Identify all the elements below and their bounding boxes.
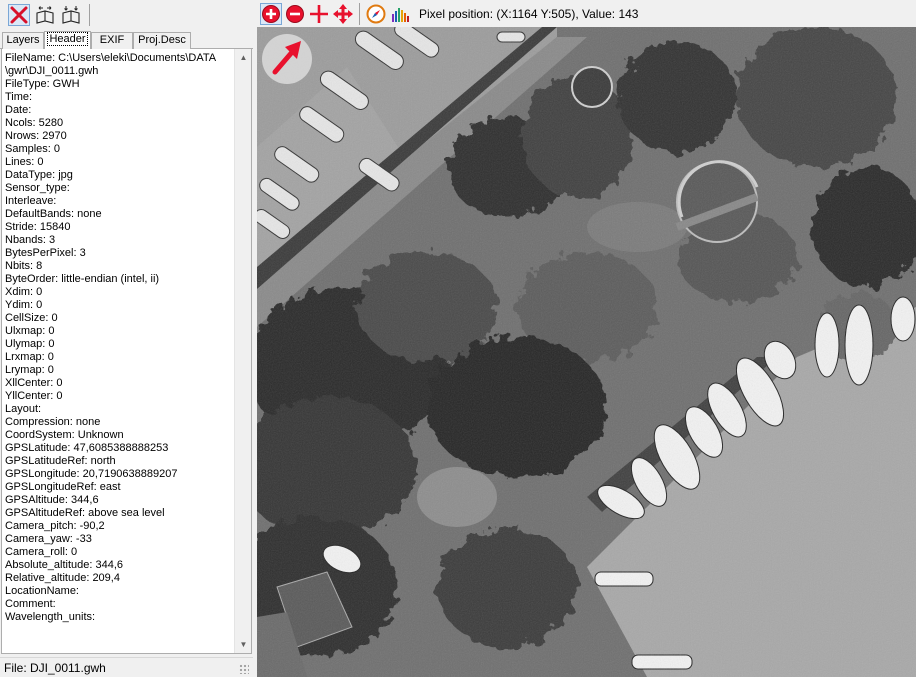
header-line: Lines: 0: [5, 156, 44, 168]
north-arrow-icon: [262, 34, 312, 84]
header-line: FileName: C:\Users\eleki\Documents\DATA: [5, 52, 217, 64]
header-line: Sensor_type:: [5, 182, 70, 194]
aerial-image-view[interactable]: [257, 27, 916, 677]
toolbar-separator: [89, 4, 90, 26]
header-line: XllCenter: 0: [5, 377, 63, 389]
header-line: LocationName:: [5, 585, 79, 597]
header-line: DataType: jpg: [5, 169, 73, 181]
zoom-out-button[interactable]: [284, 3, 306, 25]
layers-a-button[interactable]: [34, 4, 56, 26]
header-line: Comment:: [5, 598, 56, 610]
tab-proj-desc[interactable]: Proj.Desc: [133, 32, 191, 49]
move-arrows-icon: [333, 3, 353, 24]
tab-layers[interactable]: Layers: [2, 32, 44, 49]
header-line: Camera_roll: 0: [5, 546, 78, 558]
header-line: Layout:: [5, 403, 42, 415]
header-line: YllCenter: 0: [5, 390, 63, 402]
header-line: CoordSystem: Unknown: [5, 429, 124, 441]
tab-exif[interactable]: EXIF: [91, 32, 133, 49]
header-line: FileType: GWH: [5, 78, 80, 90]
red-x-icon: [10, 6, 28, 24]
header-line: Camera_pitch: -90,2: [5, 520, 105, 532]
histogram-icon: [392, 7, 409, 22]
vertical-scrollbar[interactable]: ▲ ▼: [234, 49, 251, 653]
tab-header[interactable]: Header: [44, 31, 91, 49]
header-line: GPSLongitudeRef: east: [5, 481, 121, 493]
header-line: Camera_yaw: -33: [5, 533, 92, 545]
tab-strip: Layers Header EXIF Proj.Desc: [0, 31, 253, 49]
header-line: Ncols: 5280: [5, 117, 64, 129]
book-arrows-icon: [36, 6, 54, 24]
header-line: Ulymap: 0: [5, 338, 55, 350]
header-line: GPSLatitudeRef: north: [5, 455, 116, 467]
header-info-list[interactable]: FileName: C:\Users\eleki\Documents\DATA \…: [1, 49, 252, 654]
pixel-position-readout: Pixel position: (X:1164 Y:505), Value: 1…: [419, 6, 639, 21]
header-line: ByteOrder: little-endian (intel, ii): [5, 273, 160, 285]
zoom-in-button[interactable]: [260, 2, 282, 25]
header-line: Nbits: 8: [5, 260, 43, 272]
left-panel: Layers Header EXIF Proj.Desc FileName: C…: [0, 0, 253, 677]
header-line: BytesPerPixel: 3: [5, 247, 86, 259]
header-line: Relative_altitude: 209,4: [5, 572, 120, 584]
layers-b-button[interactable]: [60, 4, 82, 26]
book-arrow-icon: [62, 6, 80, 24]
status-text: File: DJI_0011.gwh: [4, 661, 106, 675]
crosshair-button[interactable]: [308, 3, 330, 25]
zoom-in-icon: [262, 4, 280, 23]
image-toolbar: Pixel position: (X:1164 Y:505), Value: 1…: [257, 0, 916, 27]
header-line: Samples: 0: [5, 143, 61, 155]
pan-button[interactable]: [332, 3, 354, 25]
crosshair-icon: [310, 4, 328, 23]
header-line: Absolute_altitude: 344,6: [5, 559, 124, 571]
header-line: \gwr\DJI_0011.gwh: [5, 65, 99, 77]
header-line: GPSAltitude: 344,6: [5, 494, 99, 506]
header-line: Interleave:: [5, 195, 57, 207]
header-line: Wavelength_units:: [5, 611, 96, 623]
status-bar: File: DJI_0011.gwh: [0, 657, 253, 677]
header-line: Ulxmap: 0: [5, 325, 55, 337]
compass-button[interactable]: [365, 3, 387, 25]
left-toolbar: [0, 0, 253, 30]
histogram-button[interactable]: [389, 3, 411, 25]
toolbar-separator: [359, 2, 360, 25]
header-line: Lrxmap: 0: [5, 351, 54, 363]
close-button[interactable]: [8, 4, 30, 26]
resize-grip-icon[interactable]: [239, 664, 249, 674]
header-line: Time:: [5, 91, 33, 103]
header-line: Ydim: 0: [5, 299, 43, 311]
header-line: GPSLatitude: 47,6085388888253: [5, 442, 169, 454]
header-line: Xdim: 0: [5, 286, 43, 298]
zoom-out-icon: [286, 4, 304, 23]
header-line: GPSAltitudeRef: above sea level: [5, 507, 165, 519]
header-line: Nbands: 3: [5, 234, 56, 246]
header-line: Date:: [5, 104, 32, 116]
header-line: GPSLongitude: 20,7190638889207: [5, 468, 178, 480]
app-window: Layers Header EXIF Proj.Desc FileName: C…: [0, 0, 916, 677]
aerial-photo: [257, 27, 916, 677]
header-lines: FileName: C:\Users\eleki\Documents\DATA \…: [5, 52, 233, 624]
header-line: Lrymap: 0: [5, 364, 54, 376]
scroll-down-icon[interactable]: ▼: [235, 636, 251, 653]
header-line: Compression: none: [5, 416, 101, 428]
header-line: Stride: 15840: [5, 221, 71, 233]
scroll-up-icon[interactable]: ▲: [235, 49, 251, 66]
compass-icon: [366, 4, 386, 23]
header-line: DefaultBands: none: [5, 208, 102, 220]
header-line: CellSize: 0: [5, 312, 58, 324]
image-panel: Pixel position: (X:1164 Y:505), Value: 1…: [257, 0, 916, 677]
header-line: Nrows: 2970: [5, 130, 67, 142]
